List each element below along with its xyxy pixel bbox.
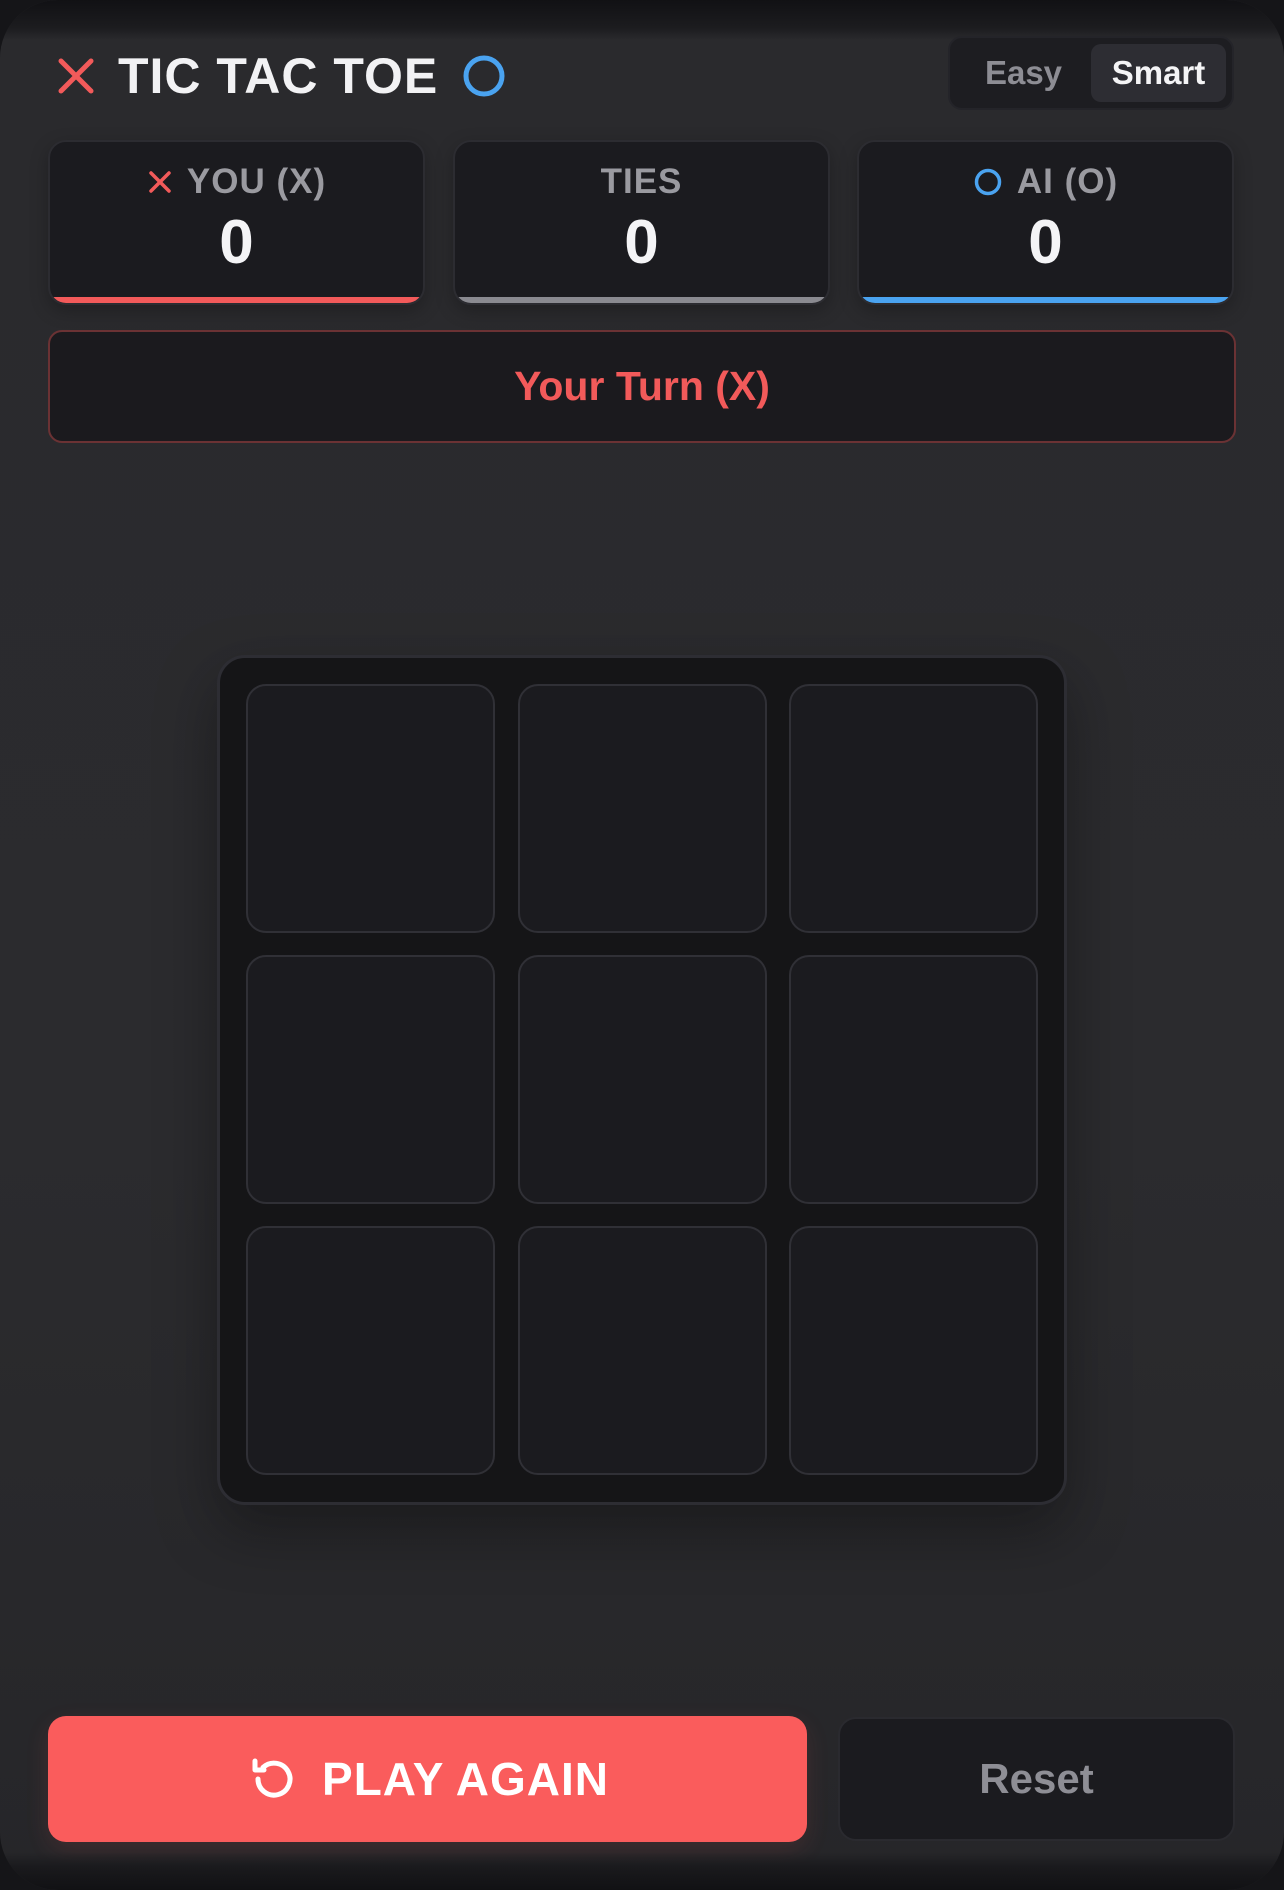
board-cell-9[interactable] — [789, 1226, 1038, 1475]
turn-status: Your Turn (X) — [48, 330, 1236, 443]
score-value-you: 0 — [219, 208, 254, 277]
score-card-you: YOU (X) 0 — [48, 140, 425, 305]
score-label-ai: AI (O) — [1016, 162, 1119, 201]
difficulty-toggle: Easy Smart — [948, 36, 1234, 110]
score-value-ai: 0 — [1028, 208, 1063, 277]
board-cell-1[interactable] — [246, 684, 495, 933]
header: TIC TAC TOE Easy Smart — [48, 36, 1234, 116]
score-value-ties: 0 — [624, 208, 659, 277]
restart-icon — [246, 1753, 298, 1805]
score-card-ai: AI (O) 0 — [857, 140, 1234, 305]
game-board — [217, 655, 1067, 1505]
game-screen: TIC TAC TOE Easy Smart YOU (X) 0 TIES 0 … — [0, 0, 1284, 1890]
score-card-ties: TIES 0 — [453, 140, 830, 305]
mode-easy-button[interactable]: Easy — [956, 44, 1091, 102]
x-icon — [48, 48, 104, 104]
score-accent-bar — [455, 297, 828, 303]
title-group: TIC TAC TOE — [48, 36, 506, 116]
o-icon — [973, 167, 1003, 197]
mode-smart-button[interactable]: Smart — [1091, 44, 1226, 102]
board-cell-7[interactable] — [246, 1226, 495, 1475]
score-accent-bar — [859, 297, 1232, 303]
app-title: TIC TAC TOE — [118, 48, 439, 104]
score-accent-bar — [50, 297, 423, 303]
score-label-ties: TIES — [600, 162, 683, 201]
score-label-you: YOU (X) — [186, 162, 327, 201]
reset-button[interactable]: Reset — [838, 1717, 1235, 1841]
board-cell-2[interactable] — [518, 684, 767, 933]
board-cell-3[interactable] — [789, 684, 1038, 933]
o-icon — [462, 54, 506, 98]
x-icon — [147, 169, 173, 195]
board-cell-4[interactable] — [246, 955, 495, 1204]
board-cell-5[interactable] — [518, 955, 767, 1204]
play-again-label: PLAY AGAIN — [322, 1753, 609, 1805]
board-cell-8[interactable] — [518, 1226, 767, 1475]
play-again-button[interactable]: PLAY AGAIN — [48, 1716, 807, 1842]
board-cell-6[interactable] — [789, 955, 1038, 1204]
